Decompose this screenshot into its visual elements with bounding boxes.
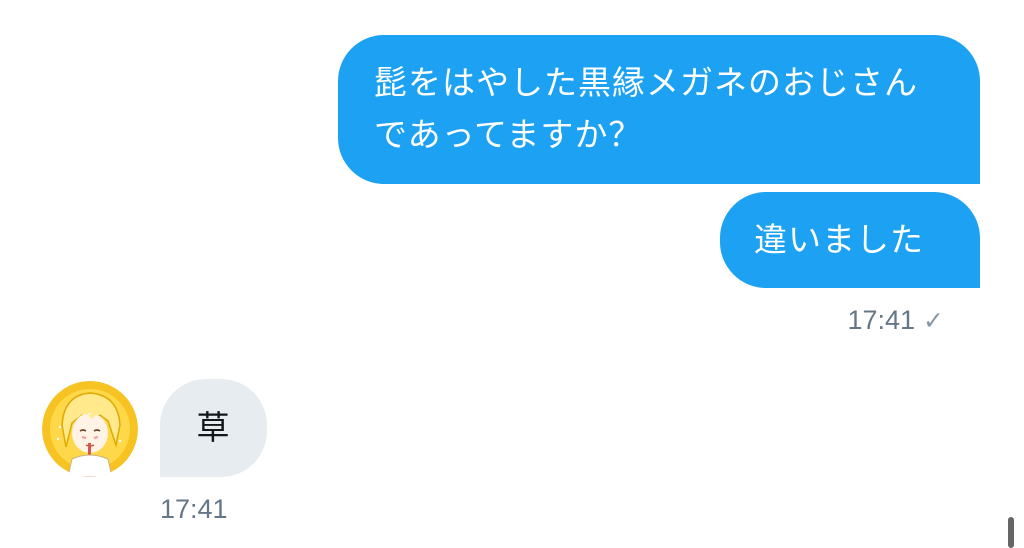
message-text: 髭をはやした黒縁メガネのおじさんであってますか？ xyxy=(374,63,918,154)
scrollbar-thumb[interactable] xyxy=(1008,517,1014,548)
message-text: 草 xyxy=(196,408,231,447)
outgoing-message-bubble[interactable]: 違いました xyxy=(720,192,980,288)
message-timestamp: 17:41 xyxy=(847,305,916,335)
avatar-icon xyxy=(42,381,138,477)
message-text: 違いました xyxy=(754,220,924,259)
checkmark-icon: ✓ xyxy=(923,307,944,335)
message-timestamp: 17:41 xyxy=(160,494,228,524)
incoming-message-bubble[interactable]: 草 xyxy=(160,379,267,477)
outgoing-message-bubble[interactable]: 髭をはやした黒縁メガネのおじさんであってますか？ xyxy=(338,35,980,184)
avatar[interactable] xyxy=(42,381,138,477)
message-meta: 17:41 ✓ xyxy=(847,305,944,336)
